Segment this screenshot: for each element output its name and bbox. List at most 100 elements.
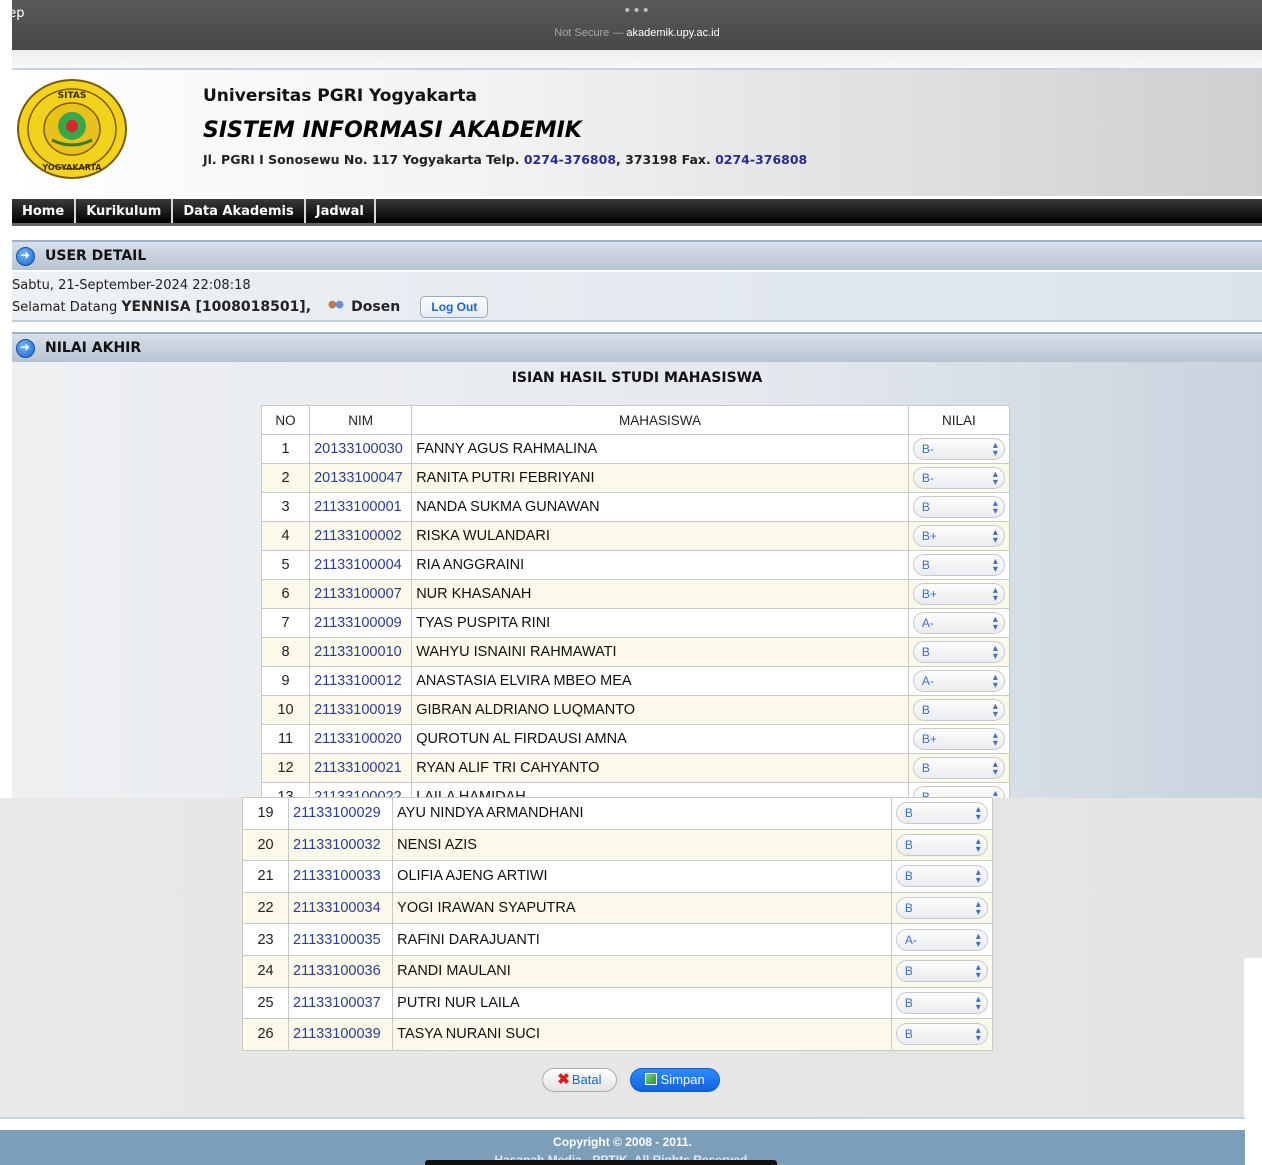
- role-text: Dosen: [351, 299, 401, 315]
- nim-link[interactable]: 21133100036: [293, 963, 381, 979]
- nav-jadwal[interactable]: Jadwal: [306, 199, 376, 223]
- nim-cell: 21133100007: [309, 579, 413, 609]
- nim-cell: 21133100033: [288, 860, 394, 893]
- address-line: Jl. PGRI I Sonosewu No. 117 Yogyakarta T…: [203, 152, 807, 167]
- address-bar[interactable]: Not Secure — akademik.upy.ac.id: [12, 27, 1262, 39]
- phone-link[interactable]: 0274-376808: [524, 152, 616, 167]
- nim-cell: 21133100036: [288, 954, 394, 988]
- current-datetime: Sabtu, 21-September-2024 22:08:18: [12, 278, 251, 293]
- grade-select[interactable]: B ▴▾: [895, 865, 988, 888]
- grade-cell: B ▴▾: [907, 695, 1011, 725]
- nav-kurikulum[interactable]: Kurikulum: [76, 199, 174, 223]
- user-name: YENNISA [1008018501],: [121, 299, 312, 315]
- nim-link[interactable]: 21133100009: [314, 615, 402, 631]
- nim-link[interactable]: 21133100010: [314, 644, 402, 660]
- svg-text:YOGYAKARTA: YOGYAKARTA: [41, 163, 102, 172]
- student-name: YOGI IRAWAN SYAPUTRA: [392, 891, 892, 925]
- grade-select[interactable]: B ▴▾: [912, 757, 1005, 779]
- grade-select[interactable]: B+ ▴ ▾: [912, 525, 1005, 547]
- grade-select[interactable]: B+ ▴ ▾: [912, 728, 1005, 750]
- grade-select[interactable]: B ▴▾: [895, 897, 988, 920]
- grade-select[interactable]: B ▴▾: [895, 1023, 988, 1046]
- grades-table: NO NIM MAHASISWA NILAI 1 20133100030 FANNY…: [260, 405, 1011, 799]
- grade-select[interactable]: A- ▴ ▾: [895, 928, 988, 951]
- welcome-line: Selamat Datang YENNISA [1008018501], Dos…: [12, 296, 489, 318]
- grade-select[interactable]: B+ ▴ ▾: [912, 583, 1005, 605]
- grade-select[interactable]: B ▴▾: [895, 960, 988, 983]
- batal-label: Batal: [571, 1072, 602, 1087]
- nim-link[interactable]: 21133100020: [314, 731, 402, 747]
- nim-link[interactable]: 21133100002: [314, 528, 402, 544]
- chevron-updown-icon: ▴▾: [992, 788, 998, 799]
- copyright-line: Copyright © 2008 - 2011.: [553, 1135, 692, 1149]
- nim-link[interactable]: 21133100039: [293, 1026, 381, 1042]
- nim-cell: 21133100034: [288, 891, 394, 925]
- grade-value: B: [904, 995, 913, 1010]
- row-number: 25: [241, 986, 290, 1020]
- system-title: SISTEM INFORMASI AKADEMIK: [203, 118, 582, 143]
- table-row: 19 21133100029 AYU NINDYA ARMANDHANI B ▴ ▾: [241, 797, 994, 830]
- table-row: 26 21133100039 TASYA NURANI SUCI B ▴ ▾: [241, 1018, 994, 1051]
- address-text: Jl. PGRI I Sonosewu No. 117 Yogyakarta T…: [203, 152, 524, 167]
- grade-select[interactable]: B- ▴ ▾: [912, 467, 1005, 489]
- form-actions: ✖ Batal Simpan: [0, 1068, 1262, 1092]
- chevron-updown-icon: ▴▾: [992, 498, 998, 517]
- grade-select[interactable]: B ▴▾: [895, 802, 988, 825]
- user-detail-title: USER DETAIL: [45, 248, 147, 264]
- nim-cell: 21133100021: [309, 753, 413, 783]
- grade-value: B: [921, 703, 930, 717]
- grade-value: B-: [921, 471, 934, 485]
- nim-link[interactable]: 21133100012: [314, 673, 402, 689]
- nim-link[interactable]: 21133100001: [314, 499, 402, 515]
- nim-link[interactable]: 21133100035: [293, 932, 381, 948]
- fax-link[interactable]: 0274-376808: [715, 152, 807, 167]
- nim-link[interactable]: 21133100034: [293, 900, 381, 916]
- grade-value: B: [904, 964, 913, 979]
- url-domain: akademik.upy.ac.id: [626, 27, 720, 39]
- chevron-updown-icon: ▴▾: [992, 643, 998, 662]
- nim-link[interactable]: 21133100021: [314, 760, 402, 776]
- grade-value: A-: [904, 932, 917, 947]
- nim-link[interactable]: 21133100037: [293, 995, 381, 1011]
- batal-button[interactable]: ✖ Batal: [542, 1068, 617, 1092]
- chevron-updown-icon: ▴▾: [992, 614, 998, 633]
- nav-home[interactable]: Home: [12, 199, 77, 223]
- row-number: 3: [260, 492, 311, 522]
- row-number: 5: [260, 550, 311, 580]
- grade-cell: B ▴▾: [890, 828, 994, 862]
- nim-link[interactable]: 20133100047: [314, 470, 403, 486]
- table-row: 24 21133100036 RANDI MAULANI B ▴ ▾: [241, 954, 994, 988]
- grade-select[interactable]: B ▴▾: [912, 554, 1005, 576]
- student-name: NANDA SUKMA GUNAWAN: [411, 492, 909, 522]
- nim-link[interactable]: 21133100033: [293, 868, 381, 884]
- grade-select[interactable]: B- ▴ ▾: [912, 438, 1005, 460]
- nim-link[interactable]: 21133100029: [293, 805, 381, 821]
- grade-select[interactable]: B ▴▾: [912, 699, 1005, 721]
- nim-cell: 21133100004: [309, 550, 413, 580]
- nim-cell: 21133100032: [288, 828, 394, 862]
- nim-link[interactable]: 21133100007: [314, 586, 402, 602]
- grade-select[interactable]: A- ▴ ▾: [912, 612, 1005, 634]
- grade-select[interactable]: B ▴▾: [912, 641, 1005, 663]
- grade-select[interactable]: B ▴▾: [895, 833, 988, 856]
- nim-link[interactable]: 21133100019: [314, 702, 402, 718]
- nim-cell: 21133100022: [309, 782, 413, 798]
- grade-select[interactable]: B ▴▾: [895, 991, 988, 1014]
- nim-link[interactable]: 21133100032: [293, 837, 381, 853]
- student-name: GIBRAN ALDRIANO LUQMANTO: [411, 695, 909, 725]
- nim-link[interactable]: 21133100004: [314, 557, 402, 573]
- chevron-updown-icon: ▴▾: [975, 930, 981, 950]
- logout-button[interactable]: Log Out: [420, 296, 489, 318]
- table-row: 2 20133100047 RANITA PUTRI FEBRIYANI B- ▴ ▾: [260, 463, 1011, 493]
- nim-link[interactable]: 20133100030: [314, 441, 403, 457]
- chevron-updown-icon: ▴▾: [992, 440, 998, 459]
- arrow-right-icon: [16, 247, 35, 266]
- more-icon[interactable]: •••: [12, 4, 1262, 18]
- grade-cell: B+ ▴ ▾: [907, 521, 1011, 551]
- grade-select[interactable]: A- ▴ ▾: [912, 670, 1005, 692]
- grade-value: B+: [921, 732, 937, 746]
- simpan-button[interactable]: Simpan: [629, 1068, 720, 1092]
- grade-select[interactable]: B ▴▾: [912, 496, 1005, 518]
- grade-cell: B ▴▾: [890, 1018, 994, 1051]
- nav-data-akademis[interactable]: Data Akademis: [173, 199, 306, 223]
